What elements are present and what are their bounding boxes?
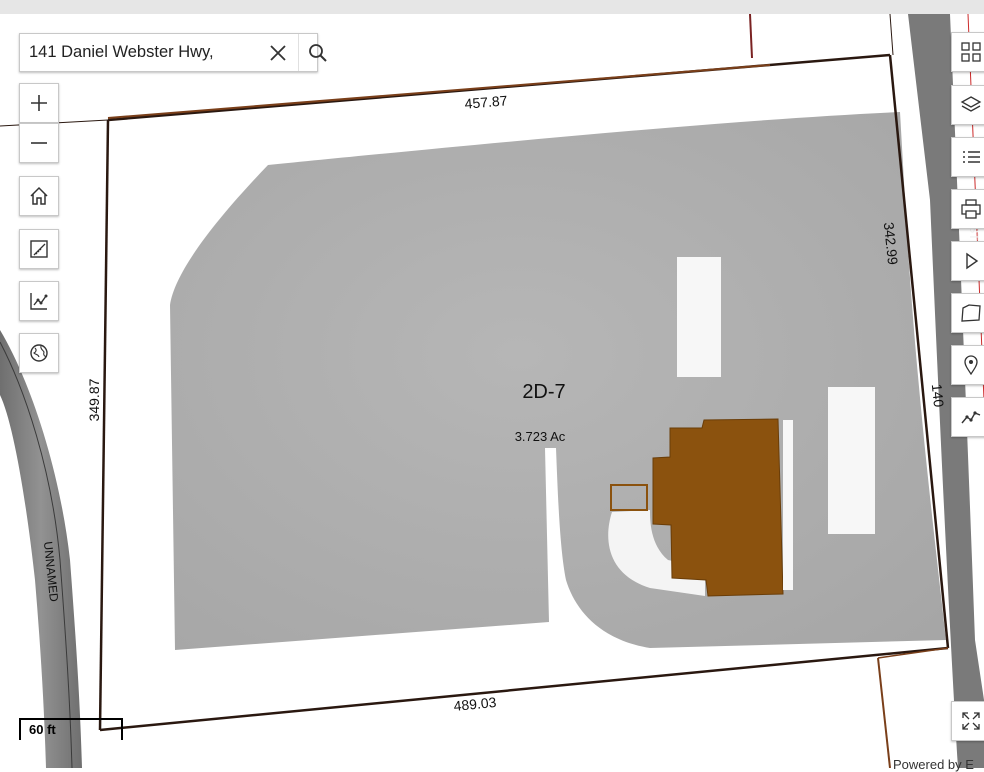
search-icon — [309, 43, 327, 62]
measure-icon — [30, 240, 48, 258]
parcel-area-label: 3.723 Ac — [515, 429, 566, 444]
dimension-bottom: 489.03 — [453, 694, 497, 714]
clear-search-button[interactable] — [258, 34, 298, 71]
dimension-left: 349.87 — [86, 378, 102, 421]
layers-icon — [960, 96, 982, 112]
zoom-in-button[interactable] — [19, 83, 59, 123]
fullscreen-icon — [962, 712, 980, 730]
basemap-gallery-icon — [961, 42, 981, 62]
layers-button[interactable] — [951, 85, 984, 125]
map-top-strip — [0, 0, 984, 14]
chart-button[interactable] — [19, 281, 59, 321]
location-pin-icon — [964, 355, 978, 376]
chart-icon — [30, 293, 48, 310]
map-button[interactable] — [951, 293, 984, 333]
building-footprint — [652, 418, 784, 597]
neighbor-line-north — [749, 13, 753, 59]
play-icon — [966, 252, 979, 270]
print-icon — [961, 199, 981, 219]
zoom-out-icon — [31, 142, 47, 144]
parcel-line-north-accent — [107, 64, 771, 119]
globe-icon — [30, 344, 48, 362]
basemap-gallery-button[interactable] — [951, 32, 984, 72]
map-canvas[interactable]: 457.87 349.87 342.99 489.03 2D-7 3.723 A… — [0, 0, 984, 768]
basemap-globe-button[interactable] — [19, 333, 59, 373]
fullscreen-button[interactable] — [951, 701, 984, 741]
home-button[interactable] — [19, 176, 59, 216]
measure-button[interactable] — [19, 229, 59, 269]
parcel-id-label: 2D-7 — [522, 381, 565, 403]
location-pin-button[interactable] — [951, 345, 984, 385]
search-button[interactable] — [298, 34, 328, 71]
parking-island-north — [677, 257, 721, 377]
neighbor-line-south — [877, 657, 891, 768]
attribution-text[interactable]: Powered by E — [893, 757, 974, 772]
scale-bar-label: 60 ft — [29, 722, 56, 737]
close-icon — [270, 44, 286, 61]
legend-list-button[interactable] — [951, 137, 984, 177]
print-button[interactable] — [951, 189, 984, 229]
search-box — [19, 33, 327, 72]
parking-island-east — [828, 387, 875, 534]
legend-list-icon — [963, 151, 980, 163]
zoom-out-button[interactable] — [19, 123, 59, 163]
zoom-in-icon — [31, 95, 47, 111]
road-east-number-label: 140 — [929, 383, 947, 408]
play-button[interactable] — [951, 241, 984, 281]
search-input[interactable] — [20, 34, 256, 71]
home-icon — [30, 186, 48, 205]
dimension-top: 457.87 — [464, 92, 508, 111]
neighbor-line-ne — [889, 13, 894, 56]
scale-bar: 60 ft — [19, 718, 123, 740]
elevation-profile-icon — [961, 411, 981, 424]
map-icon — [961, 304, 981, 322]
building-side-walk — [783, 420, 793, 590]
elevation-profile-button[interactable] — [951, 397, 984, 437]
